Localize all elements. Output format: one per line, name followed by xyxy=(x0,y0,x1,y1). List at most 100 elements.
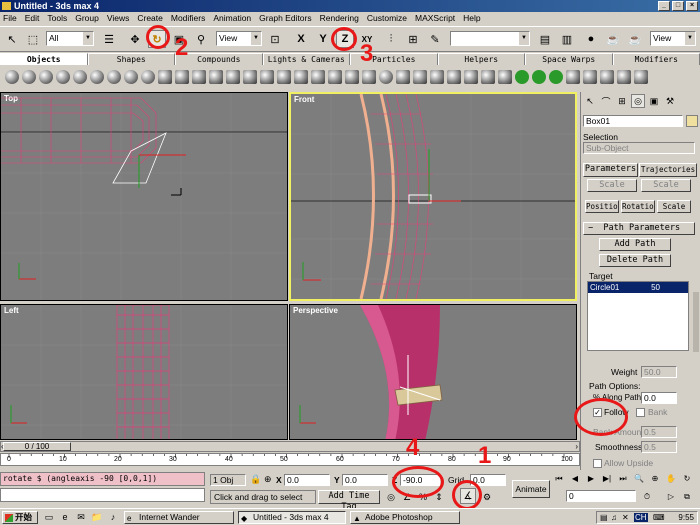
restrict-x-icon[interactable]: X xyxy=(292,30,310,48)
tab-objects[interactable]: Objects xyxy=(0,53,88,65)
smoothness-field[interactable]: 0.5 xyxy=(641,441,677,453)
menu-group[interactable]: Group xyxy=(75,12,99,25)
door-icon[interactable] xyxy=(617,70,631,84)
tab-modifiers[interactable]: Modifiers xyxy=(612,53,700,65)
show-desktop-icon[interactable]: ▭ xyxy=(42,510,56,524)
morph-icon[interactable] xyxy=(498,70,512,84)
box-icon[interactable] xyxy=(158,70,172,84)
menu-maxscript[interactable]: MAXScript xyxy=(415,12,455,25)
slider-left-arrow-icon[interactable]: ‹ xyxy=(1,442,4,451)
viewport-front[interactable]: Front xyxy=(289,92,577,301)
go-to-end-icon[interactable]: ⏭ xyxy=(616,472,630,485)
wall-icon[interactable] xyxy=(583,70,597,84)
schematic-icon[interactable]: ▥ xyxy=(558,30,576,48)
scale-key-button-2[interactable]: Scale xyxy=(641,179,691,192)
cylinder-icon[interactable] xyxy=(192,70,206,84)
y-coord-field[interactable]: 0.0 xyxy=(342,474,388,486)
menu-file[interactable]: File xyxy=(3,12,17,25)
scatter-icon[interactable] xyxy=(447,70,461,84)
teapot-icon[interactable] xyxy=(73,70,87,84)
restrict-y-icon[interactable]: Y xyxy=(314,30,332,48)
menu-tools[interactable]: Tools xyxy=(47,12,67,25)
selection-filter-dropdown[interactable]: All ▼ xyxy=(46,31,94,46)
l-ext-icon[interactable] xyxy=(328,70,342,84)
quick-render-icon[interactable]: ☕ xyxy=(626,30,644,48)
sub-object-dropdown[interactable]: Sub-Object xyxy=(583,142,695,154)
position-button[interactable]: Position xyxy=(585,200,619,213)
boolean-icon[interactable] xyxy=(430,70,444,84)
viewport-perspective[interactable]: Perspective xyxy=(289,304,577,440)
move-icon[interactable]: ✥ xyxy=(126,30,144,48)
modify-tab-icon[interactable]: ⌒ xyxy=(599,94,613,108)
material-editor-icon[interactable]: ● xyxy=(582,30,600,48)
geosphere-icon[interactable] xyxy=(22,70,36,84)
maxscript-listener[interactable]: rotate $ (angleaxis -90 [0,0,1]) xyxy=(0,472,205,486)
menu-customize[interactable]: Customize xyxy=(367,12,407,25)
pan-icon[interactable]: ✋ xyxy=(664,472,678,485)
track-bar[interactable]: 0 10 20 30 40 50 60 70 80 90 100 xyxy=(0,453,580,466)
task-internet-wander[interactable]: e Internet Wander xyxy=(124,511,234,524)
absolute-mode-icon[interactable]: ⊕ xyxy=(264,474,276,486)
add-time-tag-button[interactable]: Add Time Tag xyxy=(318,490,380,512)
render-type-dropdown[interactable]: View ▼ xyxy=(650,31,696,46)
target-list[interactable]: Circle01 50 xyxy=(587,281,689,351)
task-photoshop[interactable]: ▲ Adobe Photoshop xyxy=(350,511,460,524)
torus-knot-icon[interactable] xyxy=(396,70,410,84)
viewport-left[interactable]: Left xyxy=(0,304,288,440)
select-by-name-icon[interactable]: ☰ xyxy=(100,30,118,48)
lock-selection-icon[interactable]: 🔒 xyxy=(250,474,261,486)
display-tab-icon[interactable]: ▣ xyxy=(647,94,661,108)
close-icon[interactable]: × xyxy=(686,1,698,11)
media-quick-icon[interactable]: ♪ xyxy=(106,510,120,524)
region-select-icon[interactable]: ⬚ xyxy=(24,30,42,48)
weight-field[interactable]: 50.0 xyxy=(641,366,677,378)
plane-icon[interactable] xyxy=(260,70,274,84)
menu-animation[interactable]: Animation xyxy=(213,12,251,25)
foliage-icon[interactable] xyxy=(515,70,529,84)
stairs-icon[interactable] xyxy=(600,70,614,84)
snap-toggle-icon[interactable]: ◎ xyxy=(384,490,398,504)
tab-helpers[interactable]: Helpers xyxy=(437,53,525,65)
render-scene-icon[interactable]: ☕ xyxy=(604,30,622,48)
zoom-icon[interactable]: 🔍 xyxy=(632,472,646,485)
conform-icon[interactable] xyxy=(464,70,478,84)
time-slider-handle[interactable]: 0 / 100 xyxy=(3,442,71,451)
menu-graph-editors[interactable]: Graph Editors xyxy=(259,12,311,25)
maxscript-input[interactable] xyxy=(0,488,205,502)
tree-icon[interactable] xyxy=(532,70,546,84)
explorer-quick-icon[interactable]: 📁 xyxy=(90,510,104,524)
prism-icon[interactable] xyxy=(243,70,257,84)
maximize-icon[interactable]: □ xyxy=(672,1,684,11)
animate-button[interactable]: Animate xyxy=(512,480,550,498)
capsule-icon[interactable] xyxy=(107,70,121,84)
chamfer-box-icon[interactable] xyxy=(277,70,291,84)
create-tab-icon[interactable]: ↖ xyxy=(583,94,597,108)
volume-icon[interactable]: ♫ xyxy=(611,513,617,522)
chamfer-cyl-icon[interactable] xyxy=(311,70,325,84)
track-view-icon[interactable]: ▤ xyxy=(536,30,554,48)
fov-icon[interactable]: ▷ xyxy=(664,490,678,503)
hierarchy-tab-icon[interactable]: ⊞ xyxy=(615,94,629,108)
spindle-icon[interactable] xyxy=(124,70,138,84)
rotation-button[interactable]: Rotation xyxy=(621,200,655,213)
time-slider[interactable]: 0 / 100 ‹ › xyxy=(0,441,580,452)
cone-icon[interactable] xyxy=(175,70,189,84)
browser-quick-icon[interactable]: e xyxy=(58,510,72,524)
start-button[interactable]: 开始 xyxy=(2,511,38,524)
named-selection-dropdown[interactable]: ▼ xyxy=(450,31,530,46)
go-to-start-icon[interactable]: ⏮ xyxy=(552,472,566,485)
select-arrow-icon[interactable]: ↖ xyxy=(3,30,21,48)
parameters-button[interactable]: Parameters xyxy=(583,163,638,177)
menu-edit[interactable]: Edit xyxy=(25,12,40,25)
input-method-icon[interactable]: ⌨ xyxy=(653,513,665,522)
hose-icon[interactable] xyxy=(362,70,376,84)
align-icon[interactable]: ⊞ xyxy=(404,30,422,48)
mirror-icon[interactable]: ⫶ xyxy=(382,30,400,48)
bank-amount-field[interactable]: 0.5 xyxy=(641,426,677,438)
next-frame-icon[interactable]: ▶| xyxy=(600,472,614,485)
ring-wave-icon[interactable] xyxy=(379,70,393,84)
pyramid-icon[interactable] xyxy=(226,70,240,84)
scale-button[interactable]: Scale xyxy=(657,200,691,213)
target-list-item[interactable]: Circle01 50 xyxy=(588,282,688,293)
railing-icon[interactable] xyxy=(566,70,580,84)
